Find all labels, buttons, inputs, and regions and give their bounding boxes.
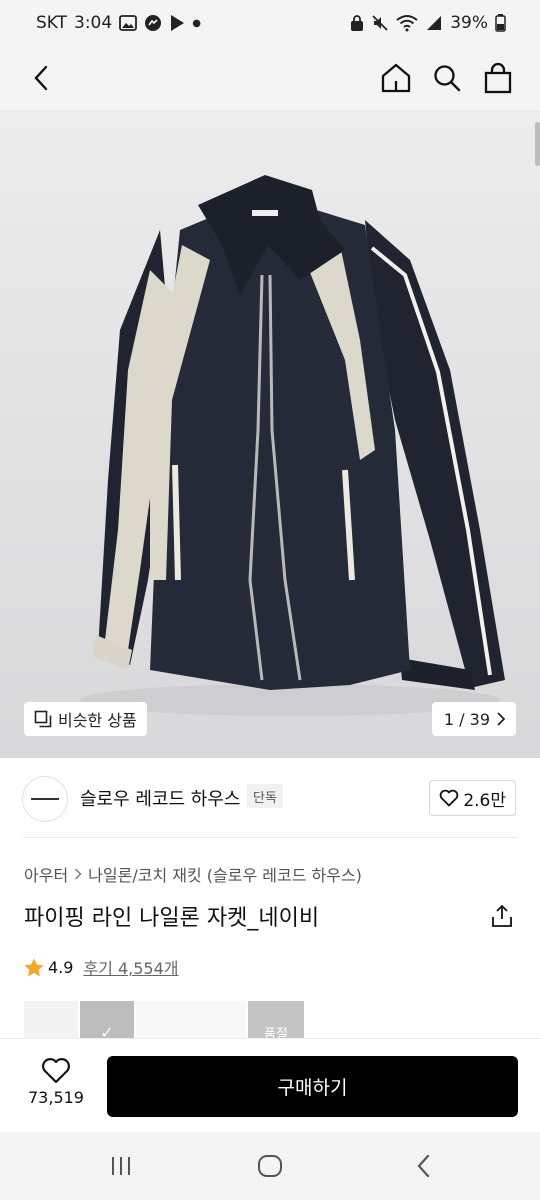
brand-like-button[interactable]: 2.6만: [429, 780, 516, 816]
cart-button[interactable]: [478, 58, 518, 98]
search-icon: [434, 65, 461, 92]
heart-icon: [440, 789, 459, 807]
home-button[interactable]: [376, 58, 416, 98]
brand-name[interactable]: 슬로우 레코드 하우스: [80, 785, 240, 811]
back-icon: [417, 1154, 430, 1178]
shopping-bag-icon: [484, 62, 512, 94]
recent-apps-button[interactable]: [103, 1148, 139, 1184]
messenger-icon: [144, 14, 162, 32]
signal-icon: [425, 14, 443, 32]
home-icon: [381, 63, 411, 93]
rating-row: 4.9 후기 4,554개: [24, 955, 179, 979]
battery-icon: [495, 14, 506, 32]
buy-button-label: 구매하기: [277, 1077, 348, 1099]
check-icon: ✓: [100, 1023, 114, 1039]
option-thumbnail[interactable]: [24, 1001, 78, 1039]
status-right: 39%: [350, 13, 506, 33]
similar-products-button[interactable]: 비슷한 상품: [24, 702, 147, 736]
buy-button[interactable]: 구매하기: [107, 1056, 518, 1117]
image-counter[interactable]: 1 / 39: [431, 702, 516, 736]
home-circle-icon: [258, 1155, 282, 1177]
brand-row[interactable]: 슬로우 레코드 하우스 단독 2.6만: [0, 758, 540, 838]
divider: [22, 837, 518, 838]
chevron-left-icon: [34, 65, 48, 91]
chevron-right-icon: [75, 868, 82, 880]
back-button[interactable]: [22, 58, 62, 98]
counter-label: 1 / 39: [443, 709, 490, 729]
time-label: 3:04: [74, 13, 113, 33]
search-button[interactable]: [427, 58, 467, 98]
brand-logo[interactable]: [22, 776, 68, 822]
reviews-link[interactable]: 후기 4,554개: [83, 955, 178, 979]
brand-like-count: 2.6만: [463, 790, 506, 811]
gallery-icon: [119, 15, 138, 31]
similar-label: 비슷한 상품: [58, 711, 137, 730]
carrier-label: SKT: [36, 13, 68, 33]
breadcrumb-subcategory[interactable]: 나일론/코치 재킷 (슬로우 레코드 하우스): [88, 862, 362, 886]
heart-icon: [42, 1058, 70, 1084]
share-icon: [492, 904, 512, 927]
share-button[interactable]: [486, 900, 518, 932]
product-image-gallery[interactable]: 비슷한 상품 1 / 39: [0, 110, 540, 758]
dot-icon: ●: [192, 17, 201, 29]
breadcrumb: 아우터 나일론/코치 재킷 (슬로우 레코드 하우스): [24, 862, 362, 886]
product-title: 파이핑 라인 나일론 자켓_네이비: [24, 906, 320, 931]
exclusive-badge: 단독: [247, 784, 283, 808]
status-bar: SKT 3:04 ● 39%: [0, 0, 540, 46]
back-nav-button[interactable]: [406, 1148, 442, 1184]
copy-icon: [34, 710, 52, 728]
chevron-right-icon: [497, 712, 506, 726]
brand-logo-mark: [31, 798, 59, 800]
purchase-bar: 73,519 구매하기: [0, 1038, 540, 1132]
option-thumbnail-selected[interactable]: ✓: [80, 1001, 134, 1039]
breadcrumb-category[interactable]: 아우터: [24, 862, 68, 886]
app-header: [0, 46, 540, 110]
wifi-icon: [396, 14, 418, 32]
option-thumbnail[interactable]: [136, 1001, 246, 1039]
system-nav-bar: [0, 1132, 540, 1200]
lock-icon: [350, 14, 364, 32]
mute-icon: [371, 14, 389, 32]
thumbnail-strip: ✓ 품절: [24, 1001, 524, 1039]
jacket-image: [80, 175, 505, 716]
recent-apps-icon: [112, 1157, 130, 1175]
star-icon: [24, 958, 44, 976]
rating-value: 4.9: [48, 957, 74, 977]
wishlist-button[interactable]: 73,519: [20, 1057, 92, 1115]
status-left: SKT 3:04 ●: [36, 13, 201, 33]
wishlist-count: 73,519: [28, 1088, 84, 1107]
play-store-icon: [169, 14, 185, 32]
home-nav-button[interactable]: [252, 1148, 288, 1184]
battery-label: 39%: [450, 13, 488, 33]
option-thumbnail-soldout[interactable]: 품절: [248, 1001, 304, 1039]
